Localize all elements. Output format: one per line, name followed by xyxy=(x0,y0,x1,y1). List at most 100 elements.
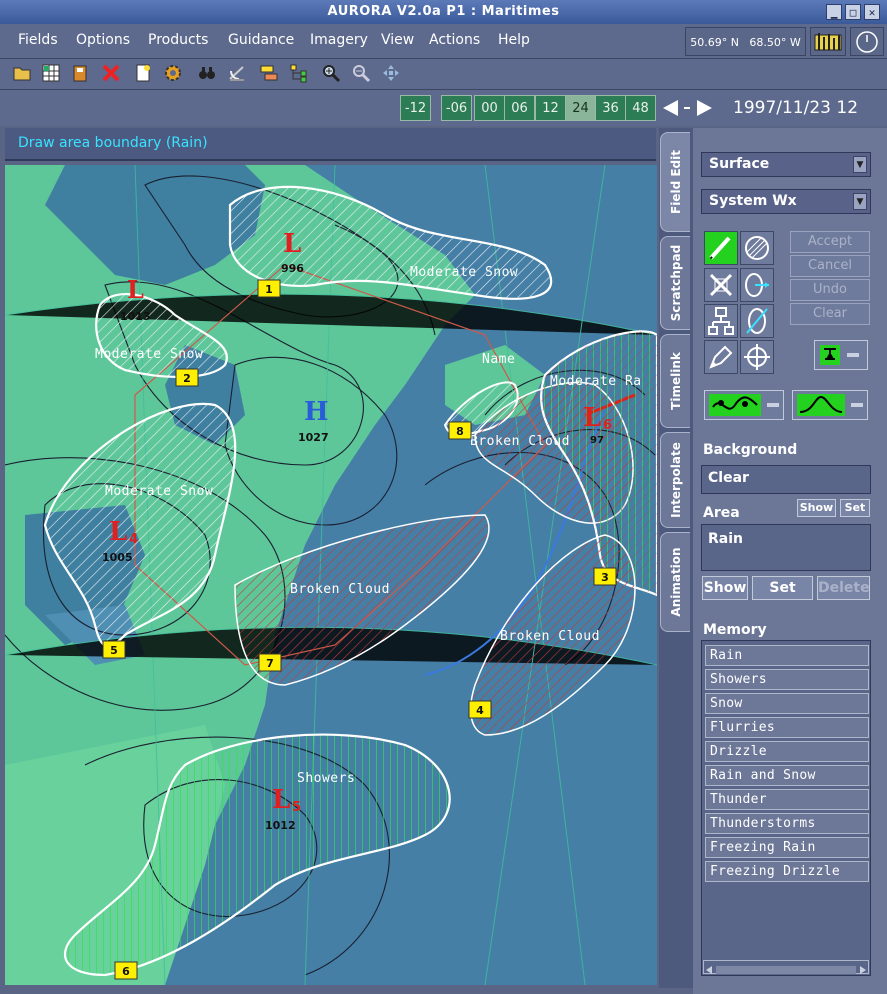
pan-button[interactable] xyxy=(381,63,401,83)
draw-tool-button[interactable] xyxy=(704,231,738,265)
symbol-menu-button[interactable] xyxy=(814,340,868,370)
area-show-small-button[interactable]: Show xyxy=(797,499,836,517)
settings-button[interactable] xyxy=(163,63,183,83)
memory-item-flurries[interactable]: Flurries xyxy=(705,717,869,738)
timestep-m12[interactable]: -12 xyxy=(400,95,431,121)
curve-style-button[interactable] xyxy=(792,390,868,420)
tab-field-edit[interactable]: Field Edit xyxy=(660,132,690,232)
memory-item-freezing-rain[interactable]: Freezing Rain xyxy=(705,837,869,858)
area-number-7[interactable]: 7 xyxy=(258,653,282,672)
menu-actions[interactable]: Actions xyxy=(429,32,480,48)
split-tool-button[interactable] xyxy=(704,304,738,338)
modify-arrow-icon xyxy=(745,273,769,297)
tree-button[interactable] xyxy=(289,63,309,83)
maximize-button[interactable]: □ xyxy=(845,4,861,20)
menu-help[interactable]: Help xyxy=(498,32,530,48)
area-number-3[interactable]: 3 xyxy=(593,567,617,586)
line-style-button[interactable] xyxy=(704,390,784,420)
target-tool-button[interactable] xyxy=(740,340,774,374)
pressure-value: 97 xyxy=(590,435,604,446)
status-message: Draw area boundary (Rain) xyxy=(18,135,208,151)
time-nav-arrows xyxy=(663,100,712,116)
move-tool-icon xyxy=(709,273,733,297)
area-number-1[interactable]: 1 xyxy=(257,279,281,298)
label-tool-button[interactable] xyxy=(704,340,738,374)
timestep-00[interactable]: 00 xyxy=(474,95,505,121)
menu-products[interactable]: Products xyxy=(148,32,208,48)
new-chart-button[interactable] xyxy=(41,63,61,83)
weather-map[interactable]: Moderate Snow Moderate Snow Moderate Sno… xyxy=(5,165,657,985)
close-button[interactable]: ✕ xyxy=(864,4,880,20)
area-number-8[interactable]: 8 xyxy=(448,421,472,440)
window-titlebar: AURORA V2.0a P1 : Maritimes ▁ □ ✕ xyxy=(0,0,887,24)
memory-item-freezing-drizzle[interactable]: Freezing Drizzle xyxy=(705,861,869,882)
clock-icon xyxy=(856,31,878,53)
find-button[interactable] xyxy=(197,63,217,83)
memory-item-drizzle[interactable]: Drizzle xyxy=(705,741,869,762)
zoom-out-button[interactable] xyxy=(351,63,371,83)
crosshair-icon xyxy=(744,344,770,370)
label-moderate-snow-2: Moderate Snow xyxy=(95,347,203,362)
menu-imagery[interactable]: Imagery xyxy=(310,32,368,48)
show-button[interactable]: Show xyxy=(702,576,748,600)
area-number-4[interactable]: 4 xyxy=(468,700,492,719)
clear-button[interactable]: Clear xyxy=(790,303,870,325)
satellite-button[interactable] xyxy=(227,63,247,83)
pressure-value: 1005 xyxy=(102,551,133,564)
delete-button[interactable]: Delete xyxy=(817,576,870,600)
timestep-24[interactable]: 24 xyxy=(565,95,596,121)
low-center-1[interactable]: L 996 xyxy=(281,229,304,275)
timestep-12[interactable]: 12 xyxy=(535,95,566,121)
delete-button[interactable] xyxy=(101,63,121,83)
accept-button[interactable]: Accept xyxy=(790,231,870,253)
level-select[interactable]: Surface ▼ xyxy=(701,152,871,177)
memory-item-thunderstorms[interactable]: Thunderstorms xyxy=(705,813,869,834)
layers-button[interactable] xyxy=(259,63,279,83)
delete-x-icon xyxy=(102,64,120,82)
region-tool-button[interactable] xyxy=(740,231,774,265)
clock-button[interactable] xyxy=(850,27,884,56)
area-set-small-button[interactable]: Set xyxy=(840,499,870,517)
timestep-36[interactable]: 36 xyxy=(595,95,626,121)
memory-item-thunder[interactable]: Thunder xyxy=(705,789,869,810)
tab-interpolate[interactable]: Interpolate xyxy=(660,432,690,528)
menu-options[interactable]: Options xyxy=(76,32,130,48)
tab-scratchpad[interactable]: Scratchpad xyxy=(660,236,690,330)
zoom-in-button[interactable] xyxy=(321,63,341,83)
pressure-value: 1027 xyxy=(298,431,329,444)
new-document-button[interactable] xyxy=(133,63,153,83)
memory-item-snow[interactable]: Snow xyxy=(705,693,869,714)
memory-item-showers[interactable]: Showers xyxy=(705,669,869,690)
join-tool-button[interactable] xyxy=(740,304,774,338)
save-button[interactable] xyxy=(70,63,90,83)
menu-guidance[interactable]: Guidance xyxy=(228,32,294,48)
memory-item-rain-and-snow[interactable]: Rain and Snow xyxy=(705,765,869,786)
menu-fields[interactable]: Fields xyxy=(18,32,58,48)
menu-view[interactable]: View xyxy=(381,32,414,48)
bar-chart-button[interactable] xyxy=(810,27,846,56)
area-number-2[interactable]: 2 xyxy=(175,368,199,387)
chevron-down-icon: ▼ xyxy=(853,193,867,210)
timestep-48[interactable]: 48 xyxy=(625,95,656,121)
tab-timelink[interactable]: Timelink xyxy=(660,334,690,428)
area-number-6[interactable]: 6 xyxy=(114,961,138,980)
area-number-5[interactable]: 5 xyxy=(102,640,126,659)
undo-button[interactable]: Undo xyxy=(790,279,870,301)
step-forward-icon[interactable] xyxy=(697,100,712,116)
minimize-button[interactable]: ▁ xyxy=(826,4,842,20)
tab-animation[interactable]: Animation xyxy=(660,532,690,632)
timestep-m06[interactable]: -06 xyxy=(441,95,472,121)
memory-item-rain[interactable]: Rain xyxy=(705,645,869,666)
set-button[interactable]: Set xyxy=(752,576,813,600)
svg-text:L: L xyxy=(283,229,301,259)
memory-hscrollbar[interactable] xyxy=(703,960,869,974)
cancel-button[interactable]: Cancel xyxy=(790,255,870,277)
step-back-icon[interactable] xyxy=(663,100,678,116)
bell-curve-icon xyxy=(797,394,863,416)
svg-text:2: 2 xyxy=(183,372,191,385)
modify-tool-button[interactable] xyxy=(740,268,774,302)
field-select[interactable]: System Wx ▼ xyxy=(701,189,871,214)
move-tool-button[interactable] xyxy=(704,268,738,302)
open-folder-button[interactable] xyxy=(12,63,32,83)
timestep-06[interactable]: 06 xyxy=(504,95,535,121)
